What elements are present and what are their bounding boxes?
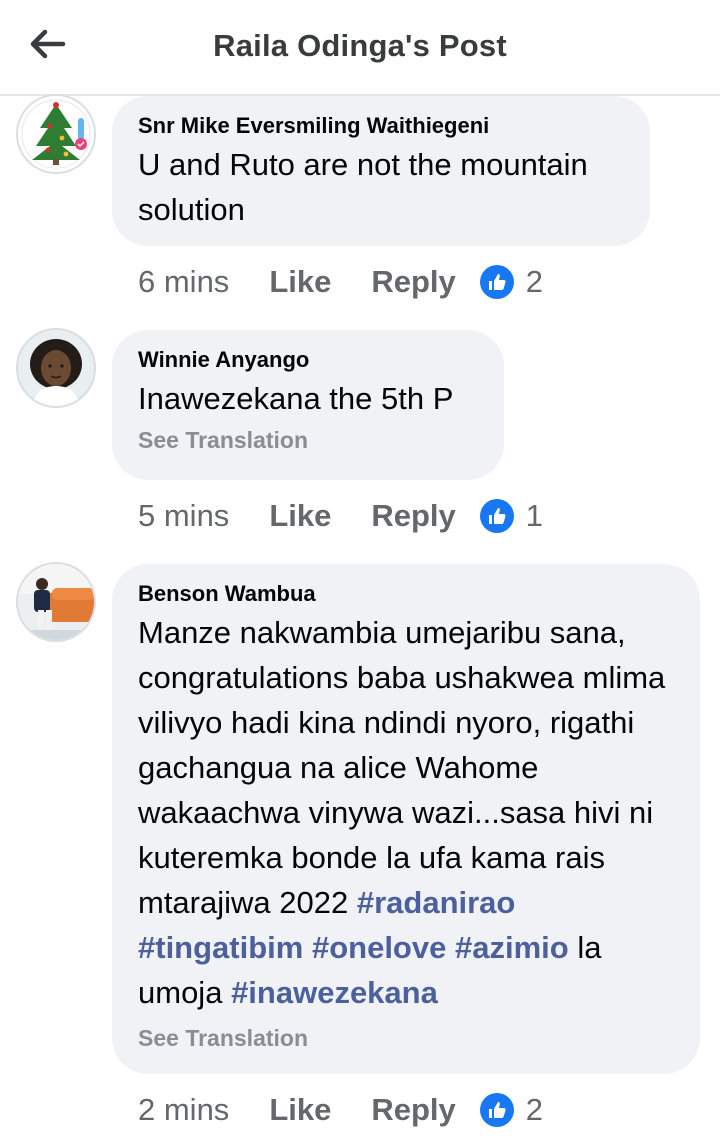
- reply-button[interactable]: Reply: [371, 1092, 455, 1128]
- hashtag-link[interactable]: #inawezekana: [231, 975, 438, 1010]
- hashtag-link[interactable]: #azimio: [455, 930, 569, 965]
- reaction-summary[interactable]: 2: [479, 264, 544, 300]
- avatar[interactable]: [16, 94, 96, 174]
- app-header: Raila Odinga's Post: [0, 0, 720, 96]
- comment-author[interactable]: Winnie Anyango: [138, 346, 478, 374]
- like-reaction-icon: [479, 499, 514, 533]
- man-on-sofa-avatar-icon: [18, 564, 94, 640]
- comment-actions: 2 mins Like Reply 2: [138, 1088, 543, 1132]
- hashtag-link[interactable]: #radanirao: [357, 885, 516, 920]
- reply-button[interactable]: Reply: [371, 498, 455, 534]
- comment-bubble: Benson Wambua Manze nakwambia umejaribu …: [112, 564, 700, 1074]
- comment-bubble: Snr Mike Eversmiling Waithiegeni U and R…: [112, 96, 650, 246]
- comment-bubble: Winnie Anyango Inawezekana the 5th P See…: [112, 330, 504, 480]
- like-button[interactable]: Like: [269, 498, 331, 534]
- avatar[interactable]: [16, 562, 96, 642]
- like-button[interactable]: Like: [269, 1092, 331, 1128]
- comment-author[interactable]: Benson Wambua: [138, 580, 674, 608]
- reaction-count: 2: [525, 1092, 544, 1127]
- comment-time[interactable]: 2 mins: [138, 1092, 229, 1128]
- comment-text: Inawezekana the 5th P: [138, 381, 454, 416]
- reaction-summary[interactable]: 1: [479, 498, 544, 534]
- reaction-count: 2: [525, 264, 544, 299]
- comment-time[interactable]: 5 mins: [138, 498, 229, 534]
- avatar[interactable]: [16, 328, 96, 408]
- person-portrait-avatar-icon: [18, 330, 94, 406]
- comment-author[interactable]: Snr Mike Eversmiling Waithiegeni: [138, 112, 624, 140]
- like-reaction-icon: [479, 1093, 514, 1127]
- christmas-tree-avatar-icon: [21, 99, 91, 169]
- reaction-summary[interactable]: 2: [479, 1092, 544, 1128]
- like-reaction-icon: [479, 265, 514, 299]
- reply-button[interactable]: Reply: [371, 264, 455, 300]
- comment-actions: 5 mins Like Reply 1: [138, 494, 543, 538]
- see-translation-link[interactable]: See Translation: [138, 1021, 674, 1055]
- like-button[interactable]: Like: [269, 264, 331, 300]
- hashtag-link[interactable]: #tingatibim: [138, 930, 303, 965]
- page-title: Raila Odinga's Post: [213, 28, 507, 63]
- comment-time[interactable]: 6 mins: [138, 264, 229, 300]
- comment-text: Manze nakwambia umejaribu sana, congratu…: [138, 610, 674, 1015]
- see-translation-link[interactable]: See Translation: [138, 423, 478, 457]
- reaction-count: 1: [525, 498, 544, 533]
- comment-actions: 6 mins Like Reply 2: [138, 260, 543, 304]
- comment-text-body: Manze nakwambia umejaribu sana, congratu…: [138, 615, 666, 920]
- comment-text: U and Ruto are not the mountain solution: [138, 147, 588, 227]
- hashtag-link[interactable]: #onelove: [312, 930, 446, 965]
